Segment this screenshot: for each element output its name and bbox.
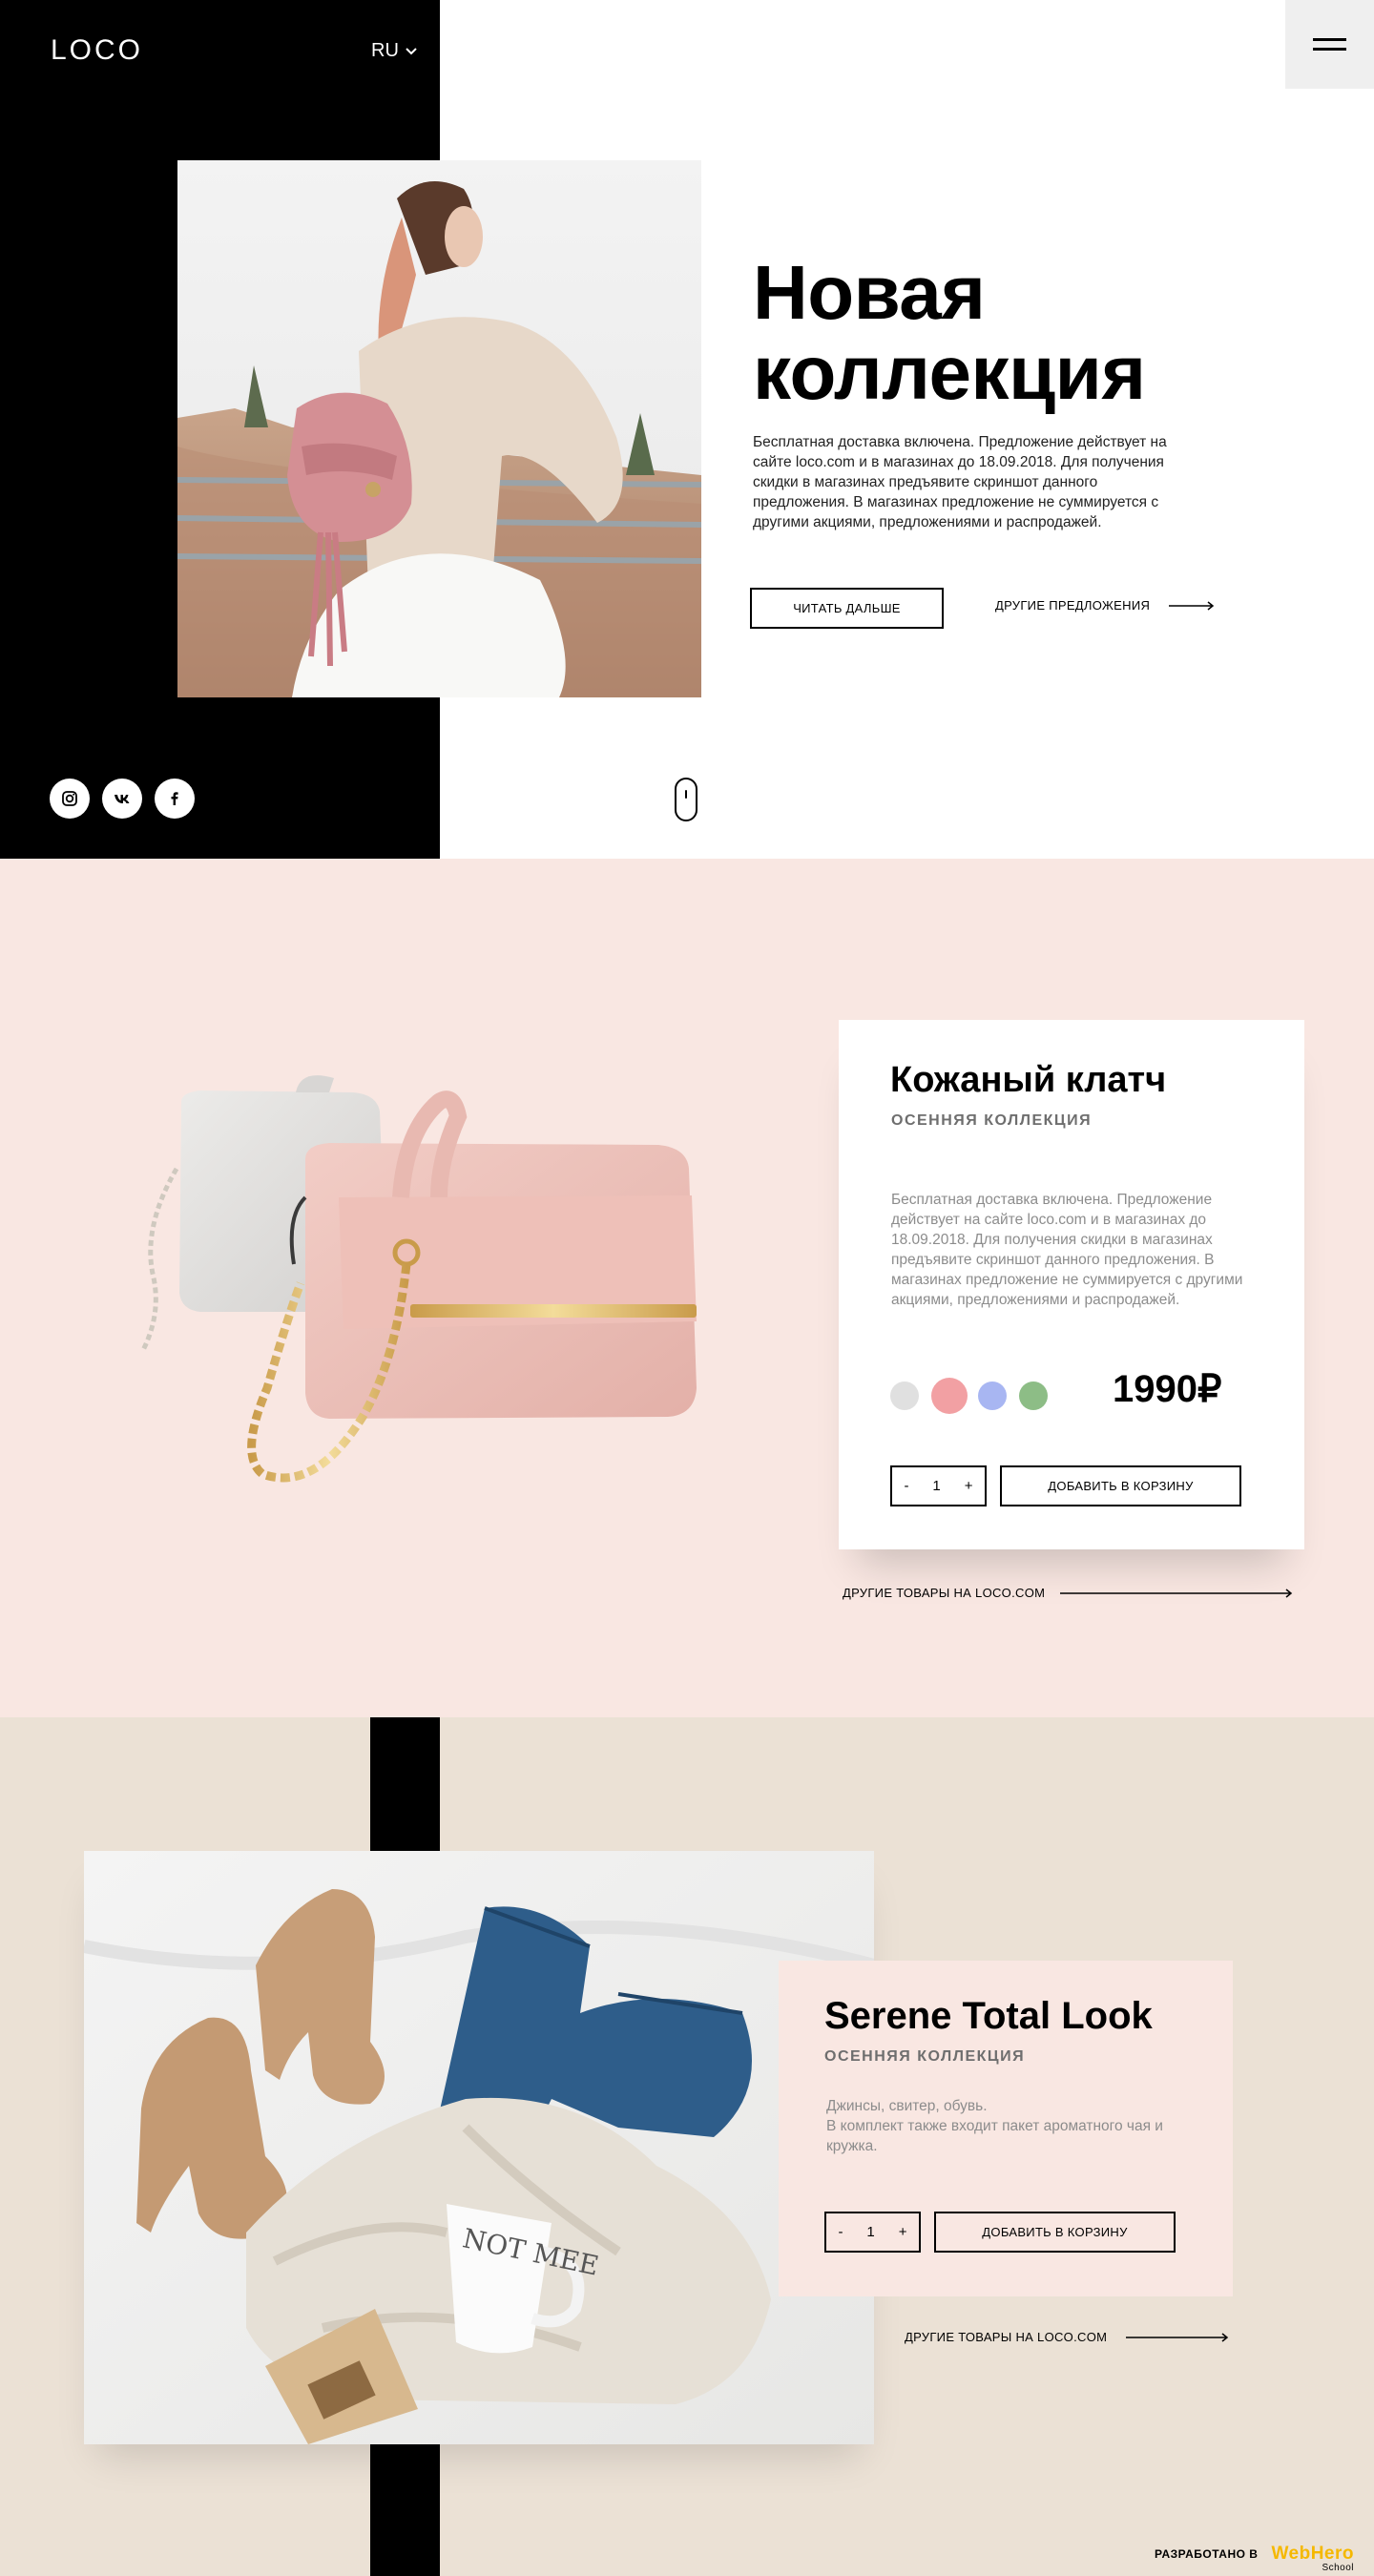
quantity-stepper: - 1 + bbox=[890, 1465, 987, 1506]
more-products-label: ДРУГИЕ ТОВАРЫ НА LOCO.COM bbox=[905, 2330, 1108, 2344]
arrow-right-icon bbox=[1126, 2332, 1229, 2342]
add-to-cart-button[interactable]: ДОБАВИТЬ В КОРЗИНУ bbox=[1000, 1465, 1241, 1506]
product-subtitle: ОСЕННЯЯ КОЛЛЕКЦИЯ bbox=[891, 1112, 1093, 1129]
other-offers-label: ДРУГИЕ ПРЕДЛОЖЕНИЯ bbox=[995, 598, 1151, 613]
qty-value: 1 bbox=[932, 1478, 941, 1494]
read-more-button[interactable]: ЧИТАТЬ ДАЛЬШЕ bbox=[750, 588, 944, 629]
product-description: Джинсы, свитер, обувь. В комплект также … bbox=[826, 2098, 1163, 2154]
hero-title-line1: Новая bbox=[753, 250, 986, 335]
product-title: Serene Total Look bbox=[824, 1995, 1153, 2037]
qty-minus-button[interactable]: - bbox=[900, 1478, 912, 1494]
qty-value: 1 bbox=[866, 2224, 875, 2240]
hero-title: Новая коллекция bbox=[753, 253, 1146, 413]
decorative-stripe bbox=[370, 1717, 440, 1853]
facebook-button[interactable] bbox=[155, 779, 195, 819]
qty-plus-button[interactable]: + bbox=[961, 1478, 977, 1494]
product-title: Кожаный клатч bbox=[890, 1060, 1167, 1100]
qty-plus-button[interactable]: + bbox=[895, 2224, 911, 2240]
product-card-total-look: Serene Total Look ОСЕННЯЯ КОЛЛЕКЦИЯ Джин… bbox=[779, 1961, 1233, 2296]
vk-button[interactable] bbox=[102, 779, 142, 819]
chevron-down-icon bbox=[406, 47, 417, 54]
color-swatch-green[interactable] bbox=[1019, 1381, 1048, 1410]
webhero-logo: WebHero School bbox=[1271, 2544, 1355, 2573]
product-card-clutch: Кожаный клатч ОСЕННЯЯ КОЛЛЕКЦИЯ Бесплатн… bbox=[839, 1020, 1304, 1549]
arrow-right-icon bbox=[1060, 1588, 1293, 1598]
add-to-cart-button[interactable]: ДОБАВИТЬ В КОРЗИНУ bbox=[934, 2212, 1176, 2253]
product-total-look-section: NOT MEE Serene Total Look ОСЕННЯЯ КОЛЛЕК… bbox=[0, 1717, 1374, 2576]
color-swatch-grey[interactable] bbox=[890, 1381, 919, 1410]
instagram-button[interactable] bbox=[50, 779, 90, 819]
more-products-link[interactable]: ДРУГИЕ ТОВАРЫ НА LOCO.COM bbox=[905, 2330, 1229, 2344]
total-look-image: NOT MEE bbox=[84, 1851, 874, 2444]
other-offers-link[interactable]: ДРУГИЕ ПРЕДЛОЖЕНИЯ bbox=[995, 598, 1215, 613]
product-description: Бесплатная доставка включена. Предложени… bbox=[891, 1192, 1243, 1308]
quantity-stepper: - 1 + bbox=[824, 2212, 921, 2253]
credit-brand-sub: School bbox=[1322, 2563, 1355, 2573]
product-subtitle: ОСЕННЯЯ КОЛЛЕКЦИЯ bbox=[824, 2048, 1026, 2065]
color-swatch-blue[interactable] bbox=[978, 1381, 1007, 1410]
facebook-icon bbox=[171, 792, 178, 805]
clutch-illustration bbox=[140, 1075, 697, 1483]
mouse-scroll-icon[interactable] bbox=[675, 778, 697, 821]
decorative-stripe bbox=[370, 2444, 440, 2576]
hamburger-icon-line bbox=[1313, 48, 1346, 51]
vk-icon bbox=[114, 795, 130, 803]
hero-section: LOCO RU Новая коллекция Бесплатная доста… bbox=[0, 0, 1374, 859]
hero-photo-illustration bbox=[177, 160, 701, 697]
developer-credit[interactable]: РАЗРАБОТАНО В WebHero School bbox=[1155, 2544, 1355, 2573]
credit-brand: WebHero bbox=[1271, 2544, 1355, 2564]
hamburger-icon bbox=[1313, 38, 1346, 41]
language-label: RU bbox=[371, 40, 399, 61]
total-look-illustration: NOT MEE bbox=[84, 1851, 874, 2444]
instagram-icon bbox=[62, 791, 77, 806]
arrow-right-icon bbox=[1169, 600, 1215, 611]
credit-label: РАЗРАБОТАНО В bbox=[1155, 2547, 1259, 2561]
clutch-image bbox=[124, 1073, 773, 1512]
logo[interactable]: LOCO bbox=[51, 34, 143, 67]
language-selector[interactable]: RU bbox=[371, 40, 418, 62]
hero-title-line2: коллекция bbox=[753, 330, 1146, 415]
color-swatch-pink[interactable] bbox=[931, 1378, 968, 1414]
qty-minus-button[interactable]: - bbox=[834, 2224, 846, 2240]
more-products-link[interactable]: ДРУГИЕ ТОВАРЫ НА LOCO.COM bbox=[843, 1586, 1293, 1600]
hero-description: Бесплатная доставка включена. Предложени… bbox=[753, 434, 1167, 530]
more-products-label: ДРУГИЕ ТОВАРЫ НА LOCO.COM bbox=[843, 1586, 1046, 1600]
product-clutch-section: Кожаный клатч ОСЕННЯЯ КОЛЛЕКЦИЯ Бесплатн… bbox=[0, 859, 1374, 1717]
product-price: 1990₽ bbox=[1113, 1368, 1222, 1410]
hamburger-menu-button[interactable] bbox=[1285, 0, 1374, 89]
hero-photo bbox=[177, 160, 701, 697]
